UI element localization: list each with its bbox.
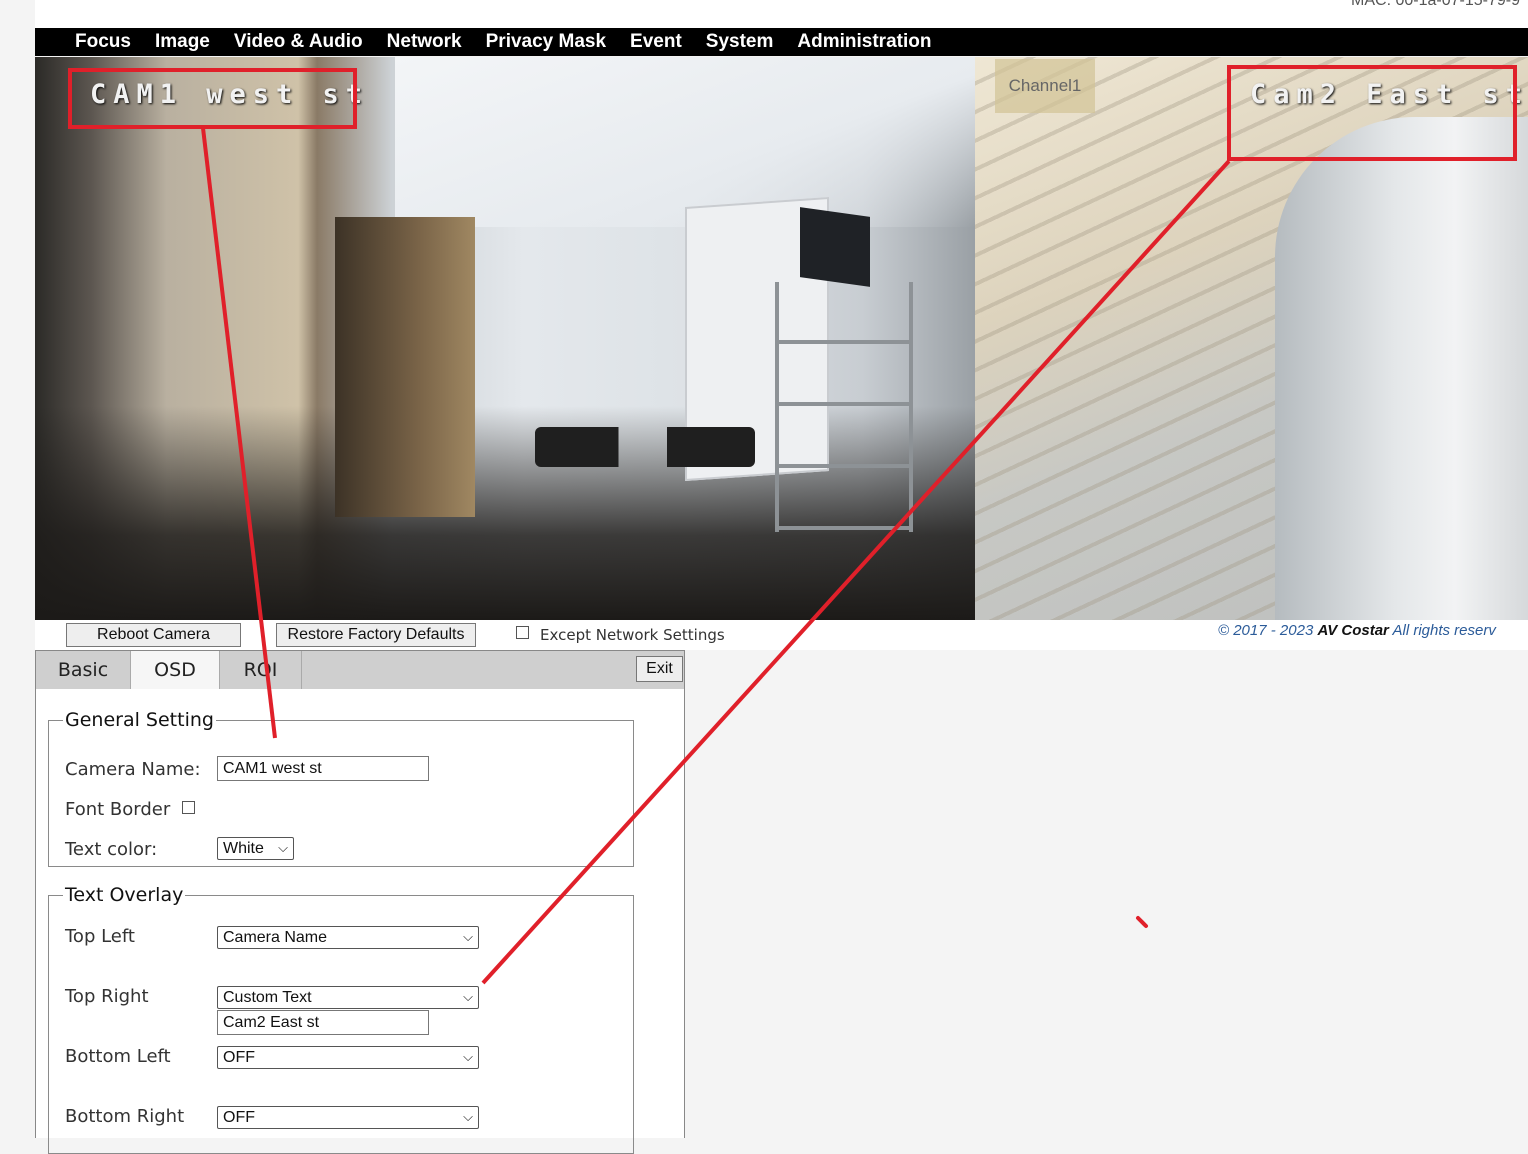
exit-button[interactable]: Exit <box>636 656 683 682</box>
cam2-osd-highlight-box <box>1227 65 1517 161</box>
top-left-value: Camera Name <box>223 928 328 946</box>
osd-settings-panel: Basic OSD ROI Exit General Setting Camer… <box>35 650 685 1154</box>
nav-event[interactable]: Event <box>630 31 682 53</box>
camera-name-input[interactable]: CAM1 west st <box>217 756 429 781</box>
text-color-value: White <box>223 839 264 857</box>
cam1-equipment-rack <box>775 282 913 532</box>
camera-name-label: Camera Name: <box>65 759 201 780</box>
bottom-left-label: Bottom Left <box>65 1046 171 1067</box>
chevron-down-icon: ⌵ <box>463 1109 473 1124</box>
chevron-down-icon: ⌵ <box>278 840 288 855</box>
chevron-down-icon: ⌵ <box>463 1049 473 1064</box>
restore-factory-defaults-button[interactable]: Restore Factory Defaults <box>276 623 476 647</box>
chevron-down-icon: ⌵ <box>463 989 473 1004</box>
cam2-camera-housing <box>1275 117 1528 620</box>
text-overlay-legend: Text Overlay <box>65 884 184 906</box>
top-left-select[interactable]: Camera Name ⌵ <box>217 926 479 949</box>
nav-system[interactable]: System <box>706 31 774 53</box>
cam1-osd-highlight-box <box>68 68 357 129</box>
bottom-right-label: Bottom Right <box>65 1106 185 1127</box>
general-setting-legend: General Setting <box>65 709 214 731</box>
copyright-years: © 2017 - 2023 <box>1218 622 1314 639</box>
channel-badge: Channel1 <box>995 59 1095 113</box>
tab-basic[interactable]: Basic <box>36 651 131 689</box>
main-nav: Focus Image Video & Audio Network Privac… <box>35 28 1528 56</box>
chevron-down-icon: ⌵ <box>463 929 473 944</box>
top-left-label: Top Left <box>65 926 135 947</box>
font-border-label: Font Border <box>65 799 171 820</box>
nav-focus[interactable]: Focus <box>75 31 131 53</box>
top-right-value: Custom Text <box>223 988 312 1006</box>
nav-network[interactable]: Network <box>387 31 462 53</box>
bottom-left-select[interactable]: OFF ⌵ <box>217 1046 479 1069</box>
mac-address-text: MAC: 00-1a-07-15-79-9 <box>1351 0 1520 9</box>
copyright-rights: All rights reserv <box>1392 622 1496 639</box>
bottom-left-value: OFF <box>223 1048 255 1066</box>
nav-administration[interactable]: Administration <box>797 31 931 53</box>
text-color-select[interactable]: White ⌵ <box>217 837 294 860</box>
copyright-brand: AV Costar <box>1317 622 1389 639</box>
bottom-right-select[interactable]: OFF ⌵ <box>217 1106 479 1129</box>
top-right-label: Top Right <box>65 986 149 1007</box>
cam1-video-feed: CAM1 west st <box>35 57 975 620</box>
cam1-doorway <box>335 217 475 517</box>
cam1-monitor <box>800 207 870 287</box>
bottom-right-value: OFF <box>223 1108 255 1126</box>
top-header-bar: MAC: 00-1a-07-15-79-9 <box>35 0 1528 28</box>
text-overlay-group: Text Overlay Top Left Camera Name ⌵ Top … <box>48 884 634 1154</box>
except-network-settings-label: Except Network Settings <box>540 626 725 644</box>
left-margin <box>0 0 35 1138</box>
reboot-camera-button[interactable]: Reboot Camera <box>66 623 241 647</box>
tab-osd[interactable]: OSD <box>131 651 220 689</box>
cam1-ceiling <box>395 57 975 227</box>
text-color-label: Text color: <box>65 839 158 860</box>
copyright-text: © 2017 - 2023 AV Costar All rights reser… <box>1218 622 1496 639</box>
nav-image[interactable]: Image <box>155 31 210 53</box>
except-network-settings-checkbox[interactable] <box>516 626 529 639</box>
top-right-select[interactable]: Custom Text ⌵ <box>217 986 479 1009</box>
tab-roi[interactable]: ROI <box>220 651 302 689</box>
settings-tabs: Basic OSD ROI Exit <box>36 651 684 689</box>
annotation-stray-mark <box>1136 916 1148 928</box>
nav-video-audio[interactable]: Video & Audio <box>234 31 363 53</box>
font-border-checkbox[interactable] <box>182 801 195 814</box>
cam1-chairs <box>535 427 755 467</box>
top-right-custom-text-input[interactable]: Cam2 East st <box>217 1010 429 1035</box>
nav-privacy-mask[interactable]: Privacy Mask <box>486 31 606 53</box>
general-setting-group: General Setting Camera Name: CAM1 west s… <box>48 709 634 867</box>
